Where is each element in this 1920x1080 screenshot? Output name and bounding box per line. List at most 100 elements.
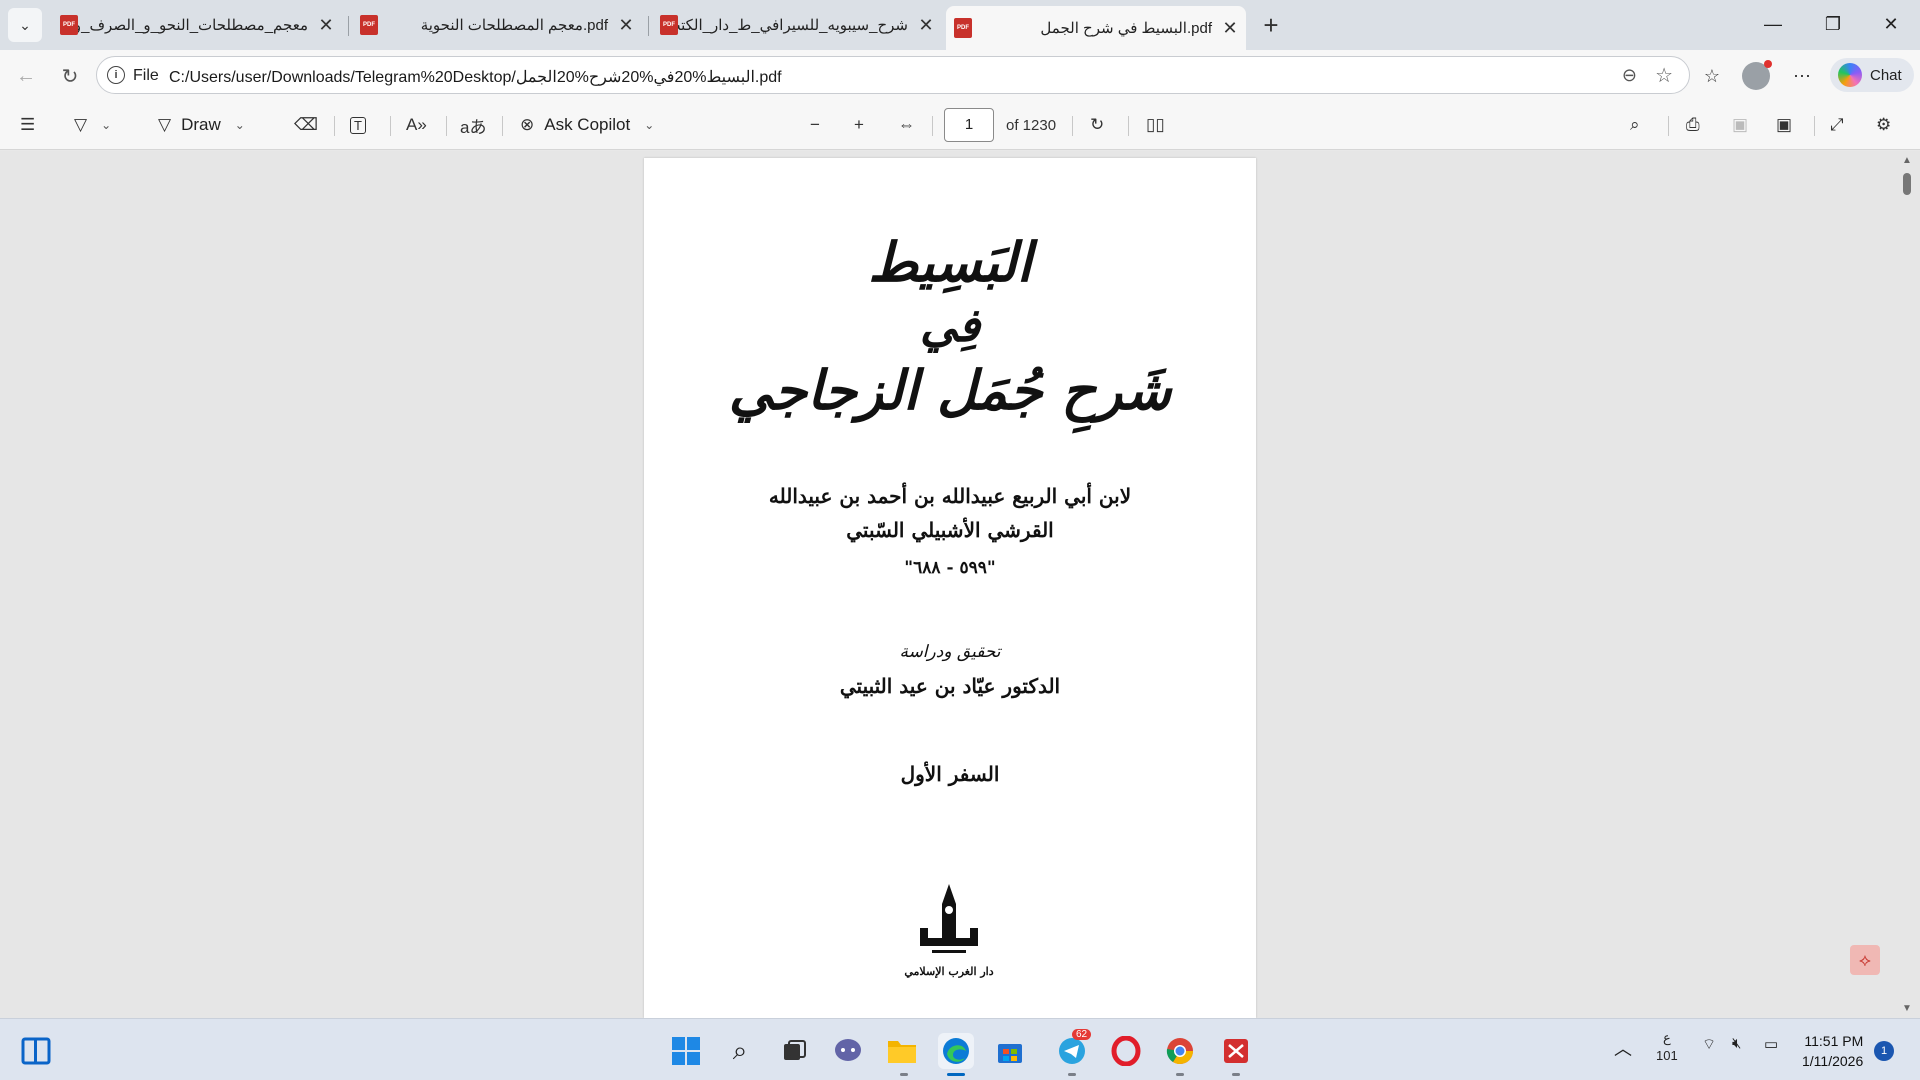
- input-language-indicator[interactable]: ع 101: [1656, 1029, 1678, 1065]
- rotate-button[interactable]: ↻: [1090, 110, 1104, 140]
- task-view-button[interactable]: [776, 1033, 812, 1069]
- scrollbar-thumb[interactable]: [1903, 173, 1911, 195]
- fullscreen-button[interactable]: ⤢: [1830, 110, 1844, 140]
- close-icon[interactable]: ✕: [918, 15, 934, 36]
- zoom-in-button[interactable]: +: [854, 110, 864, 140]
- file-explorer-button[interactable]: [884, 1033, 920, 1069]
- edge-browser-button[interactable]: [938, 1033, 974, 1069]
- search-button[interactable]: ⌕: [1630, 110, 1640, 140]
- back-button[interactable]: ←: [10, 60, 42, 92]
- erase-button[interactable]: ⌫: [294, 110, 318, 140]
- show-hidden-icons-chevron-icon[interactable]: ︿: [1614, 1035, 1632, 1061]
- page-view-button[interactable]: ▯▯: [1146, 110, 1165, 140]
- store-bag-icon: [998, 1044, 1022, 1063]
- chevron-down-icon[interactable]: ⌄: [235, 118, 245, 132]
- zoom-out-icon[interactable]: ⊖: [1622, 65, 1637, 86]
- url-text[interactable]: C:/Users/user/Downloads/Telegram%20Deskt…: [169, 67, 782, 87]
- publisher-emblem-icon: [920, 884, 978, 953]
- minimize-button[interactable]: —: [1744, 0, 1802, 48]
- tab-pdf-1[interactable]: PDF معجم_مصطلحات_النحو_و_الصرف_و ✕: [52, 6, 342, 44]
- more-menu-button[interactable]: ⋯: [1786, 60, 1818, 92]
- running-indicator: [900, 1073, 908, 1076]
- minimize-icon: —: [1764, 13, 1782, 34]
- save-button[interactable]: ▣: [1732, 110, 1748, 140]
- page-number-input[interactable]: 1: [944, 108, 994, 142]
- document-title-line3: شَرحِ جُمَل الزجاجي: [728, 358, 1172, 422]
- telegram-button[interactable]: 62: [1054, 1029, 1092, 1069]
- publisher-caption: دار الغرب الإسلامي: [904, 965, 994, 978]
- start-button[interactable]: [668, 1033, 704, 1069]
- speaker-muted-icon[interactable]: 🔇︎: [1732, 1035, 1741, 1052]
- copilot-chat-button[interactable]: Chat: [1830, 58, 1914, 92]
- taskbar-search-button[interactable]: ⌕: [722, 1033, 758, 1069]
- restore-button[interactable]: ❐: [1804, 0, 1862, 48]
- pdf-settings-button[interactable]: ⚙: [1876, 110, 1891, 140]
- author-line2: القرشي الأشبيلي السّبتي: [846, 518, 1054, 542]
- favorites-button[interactable]: ☆: [1696, 60, 1728, 92]
- draw-button[interactable]: ▽ Draw ⌄: [158, 110, 245, 140]
- fit-to-width-button[interactable]: ⇔: [898, 110, 915, 140]
- expand-icon: ⤢: [1830, 115, 1844, 134]
- favorite-star-icon[interactable]: ☆: [1655, 63, 1673, 88]
- opera-button[interactable]: [1108, 1033, 1144, 1069]
- translate-button[interactable]: aあ: [460, 110, 486, 140]
- chat-label: Chat: [1870, 66, 1902, 84]
- microsoft-store-button[interactable]: [992, 1033, 1028, 1069]
- search-icon: ⌕: [732, 1035, 748, 1065]
- chrome-button[interactable]: [1162, 1033, 1198, 1069]
- acrobat-button[interactable]: ⟡: [1850, 945, 1880, 975]
- tab-actions-menu-button[interactable]: ⌄: [8, 8, 42, 42]
- pdf-file-icon: PDF: [660, 15, 678, 35]
- tab-pdf-active[interactable]: PDF pdf.البسيط في شرح الجمل ✕: [946, 6, 1246, 50]
- eraser-icon: ⌫: [294, 115, 319, 134]
- document-title-line2: فِي: [919, 298, 981, 352]
- telegram-unread-badge: 62: [1072, 1029, 1092, 1040]
- highlight-button[interactable]: ▽ ⌄: [74, 110, 111, 140]
- info-icon[interactable]: i: [107, 66, 125, 84]
- teams-chat-button[interactable]: [830, 1033, 866, 1069]
- taskbar: ⌕ 62 ︿ ع 101 ⌔ 🔇︎ ▭ 11:51 PM 1/11/2026 1: [0, 1018, 1920, 1080]
- ask-copilot-button[interactable]: ⊗ Ask Copilot ⌄: [520, 110, 654, 140]
- add-text-button[interactable]: T: [350, 110, 366, 140]
- table-of-contents-button[interactable]: ☰: [20, 110, 35, 140]
- address-bar[interactable]: i File C:/Users/user/Downloads/Telegram%…: [96, 56, 1690, 94]
- new-tab-button[interactable]: +: [1256, 10, 1286, 40]
- toolbar-separator: [334, 116, 335, 136]
- tab-pdf-3[interactable]: PDF شرح_سيبويه_للسيرافي_ط_دار_الكتب ✕: [652, 6, 942, 44]
- refresh-button[interactable]: ↻: [54, 60, 86, 92]
- read-aloud-button[interactable]: A»: [406, 110, 427, 140]
- print-button[interactable]: ⎙: [1686, 110, 1700, 140]
- close-icon[interactable]: ✕: [1222, 18, 1238, 39]
- scroll-up-arrow-icon[interactable]: ▲: [1902, 155, 1912, 166]
- arrow-left-icon: ←: [16, 64, 36, 87]
- pdf-file-icon: PDF: [360, 15, 378, 35]
- rotate-icon: ↻: [1090, 115, 1105, 134]
- pdf-viewer[interactable]: البَسِيط فِي شَرحِ جُمَل الزجاجي لابن أب…: [0, 151, 1920, 1018]
- widgets-button[interactable]: [18, 1033, 54, 1069]
- plus-icon: +: [1263, 9, 1279, 40]
- close-window-button[interactable]: ✕: [1862, 0, 1920, 48]
- search-icon: ⌕: [1630, 115, 1640, 134]
- ellipsis-icon: ⋯: [1793, 65, 1811, 86]
- pdf-app-icon: [1224, 1039, 1248, 1063]
- vertical-scrollbar[interactable]: ▲ ▼: [1900, 151, 1914, 1018]
- highlighter-icon: ▽: [74, 115, 88, 134]
- notification-badge[interactable]: 1: [1874, 1041, 1894, 1061]
- plus-icon: +: [854, 115, 864, 134]
- wifi-icon[interactable]: ⌔: [1702, 1035, 1716, 1054]
- system-clock[interactable]: 11:51 PM 1/11/2026: [1802, 1031, 1863, 1071]
- save-as-button[interactable]: ▣: [1776, 110, 1792, 140]
- battery-icon[interactable]: ▭: [1764, 1035, 1778, 1053]
- pdf-reader-app-button[interactable]: [1218, 1033, 1254, 1069]
- chevron-down-icon[interactable]: ⌄: [101, 118, 111, 132]
- pdf-file-icon: PDF: [60, 15, 78, 35]
- zoom-out-button[interactable]: −: [810, 110, 820, 140]
- tab-pdf-2[interactable]: PDF pdf.معجم المصطلحات النحوية ✕: [352, 6, 642, 44]
- close-icon[interactable]: ✕: [618, 15, 634, 36]
- close-icon[interactable]: ✕: [318, 15, 334, 36]
- chevron-down-icon: ⌄: [19, 16, 31, 33]
- scroll-down-arrow-icon[interactable]: ▼: [1902, 1003, 1912, 1014]
- editor-caption: تحقيق ودراسة: [899, 642, 1001, 662]
- chevron-down-icon[interactable]: ⌄: [644, 118, 654, 132]
- close-icon: ✕: [1883, 13, 1899, 34]
